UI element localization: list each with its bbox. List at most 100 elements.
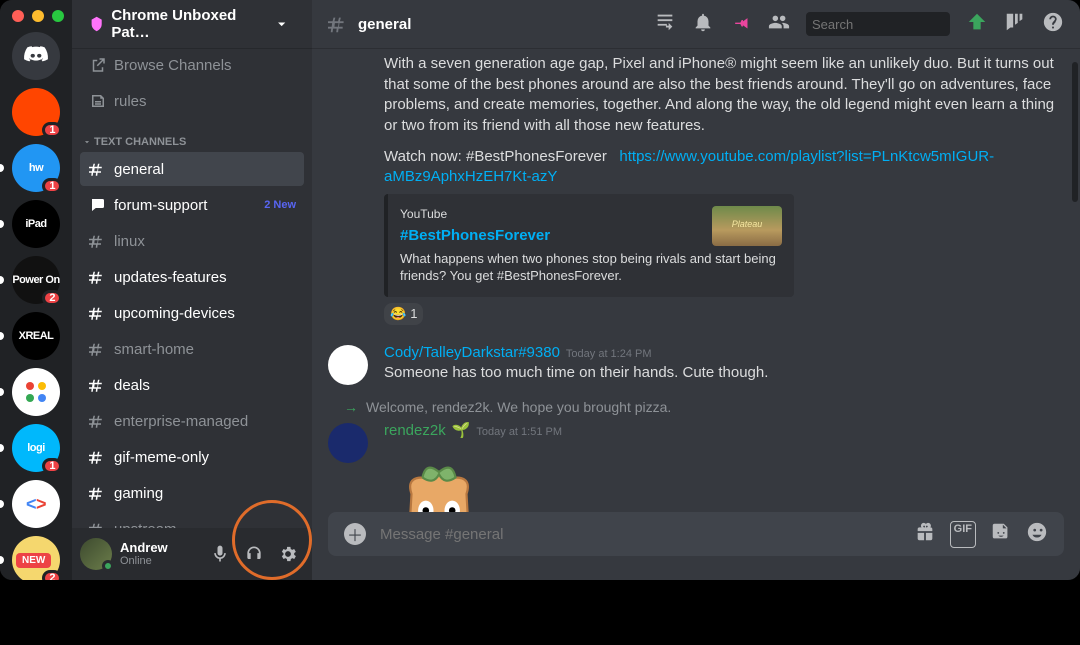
channel-smart-home[interactable]: smart-home xyxy=(80,332,304,366)
server-hw[interactable]: hw1 xyxy=(12,144,60,192)
reaction-emoji: 😂 xyxy=(390,305,406,323)
channel-deals[interactable]: deals xyxy=(80,368,304,402)
channel-name-label: general xyxy=(358,16,411,33)
chevron-down-icon xyxy=(273,15,290,33)
message-body: With a seven generation age gap, Pixel a… xyxy=(384,54,1064,137)
hash-icon xyxy=(88,232,108,250)
channel-general[interactable]: general xyxy=(80,152,304,186)
channel-name-label: smart-home xyxy=(114,341,194,358)
channel-upcoming-devices[interactable]: upcoming-devices xyxy=(80,296,304,330)
browse-channels[interactable]: Browse Channels xyxy=(80,48,304,82)
rules-label: rules xyxy=(114,93,147,110)
rules-channel[interactable]: rules xyxy=(80,84,304,118)
user-info[interactable]: Andrew Online xyxy=(120,541,168,567)
hash-icon xyxy=(88,520,108,528)
user-avatar[interactable] xyxy=(80,538,112,570)
embed-card[interactable]: YouTube #BestPhonesForever What happens … xyxy=(384,194,794,297)
channel-name-label: enterprise-managed xyxy=(114,413,248,430)
hash-icon xyxy=(88,268,108,286)
reaction-button[interactable]: 😂 1 xyxy=(384,303,423,325)
server-poweron[interactable]: Power On2 xyxy=(12,256,60,304)
new-badge: NEW xyxy=(16,553,51,568)
category-label: TEXT CHANNELS xyxy=(94,136,186,148)
channel-title: general xyxy=(328,13,411,35)
message-timestamp: Today at 1:51 PM xyxy=(476,425,562,440)
server-reddit[interactable]: 1 xyxy=(12,88,60,136)
search-box[interactable] xyxy=(806,12,950,36)
server-gdev[interactable]: <> xyxy=(12,480,60,528)
server-xreal[interactable]: XREAL xyxy=(12,312,60,360)
channel-name-label: gif-meme-only xyxy=(114,449,209,466)
channel-new-badge: 2 New xyxy=(264,199,296,211)
message-input[interactable] xyxy=(380,526,900,543)
boost-icon xyxy=(88,15,105,33)
notifications-button[interactable] xyxy=(692,11,714,38)
channel-enterprise-managed[interactable]: enterprise-managed xyxy=(80,404,304,438)
channel-gaming[interactable]: gaming xyxy=(80,476,304,510)
search-input[interactable] xyxy=(812,17,988,32)
channel-sidebar: Chrome Unboxed Pat… Browse Channels rule… xyxy=(72,0,312,580)
channel-linux[interactable]: linux xyxy=(80,224,304,258)
server-dropdown[interactable]: Chrome Unboxed Pat… xyxy=(72,0,312,48)
embed-description: What happens when two phones stop being … xyxy=(400,251,782,285)
hash-icon xyxy=(88,376,108,394)
attach-button[interactable]: ＋ xyxy=(344,523,366,545)
gif-button[interactable]: GIF xyxy=(950,521,976,548)
server-ipad[interactable]: iPad xyxy=(12,200,60,248)
message-timestamp: Today at 1:24 PM xyxy=(566,347,652,362)
hash-icon xyxy=(328,13,350,35)
pinned-button[interactable] xyxy=(730,11,752,38)
channel-name-label: general xyxy=(114,161,164,178)
channel-name-label: linux xyxy=(114,233,145,250)
message-text: Watch now: #BestPhonesForever xyxy=(384,148,607,165)
server-rail: 1 NEW hw1 iPad Power On2 XREAL logi1 <> 2 xyxy=(0,0,72,580)
message-composer: ＋ GIF xyxy=(328,512,1064,556)
system-message-text: Welcome, rendez2k. We hope you brought p… xyxy=(366,398,671,417)
author-avatar[interactable] xyxy=(328,423,368,463)
deafen-button[interactable] xyxy=(238,538,270,570)
channel-category[interactable]: TEXT CHANNELS xyxy=(80,120,304,152)
updates-button[interactable] xyxy=(1004,11,1026,38)
members-button[interactable] xyxy=(768,11,790,38)
mute-button[interactable] xyxy=(204,538,236,570)
user-panel: Andrew Online xyxy=(72,528,312,580)
close-icon[interactable] xyxy=(12,10,24,22)
server-badge: 1 xyxy=(42,122,62,138)
sticker-button[interactable] xyxy=(990,521,1012,548)
server-badge: 2 xyxy=(42,290,62,306)
hash-icon xyxy=(88,412,108,430)
author-name[interactable]: Cody/TalleyDarkstar#9380 xyxy=(384,343,560,364)
server-home[interactable] xyxy=(12,32,60,80)
channel-name-label: updates-features xyxy=(114,269,227,286)
server-logi[interactable]: logi1 xyxy=(12,424,60,472)
channel-gif-meme-only[interactable]: gif-meme-only xyxy=(80,440,304,474)
channel-forum-support[interactable]: forum-support2 New xyxy=(80,188,304,222)
browse-channels-label: Browse Channels xyxy=(114,57,232,74)
channel-name-label: upstream xyxy=(114,521,177,529)
maximize-icon[interactable] xyxy=(52,10,64,22)
hash-icon xyxy=(88,304,108,322)
threads-button[interactable] xyxy=(654,11,676,38)
window-controls xyxy=(12,10,64,22)
channel-list: Browse Channels rules TEXT CHANNELS gene… xyxy=(72,48,312,528)
author-name[interactable]: rendez2k xyxy=(384,421,446,442)
help-button[interactable] xyxy=(1042,11,1064,38)
emoji-button[interactable] xyxy=(1026,521,1048,548)
user-settings-button[interactable] xyxy=(272,538,304,570)
main-area: general With a seven generation age gap,… xyxy=(312,0,1080,580)
embed-thumbnail[interactable]: Plateau xyxy=(712,206,782,246)
channel-upstream[interactable]: upstream xyxy=(80,512,304,528)
sticker-image[interactable] xyxy=(384,450,494,512)
scrollbar[interactable] xyxy=(1072,50,1078,510)
channel-updates-features[interactable]: updates-features xyxy=(80,260,304,294)
inbox-button[interactable] xyxy=(966,11,988,38)
chevron-down-icon xyxy=(82,137,92,147)
channel-toolbar: general xyxy=(312,0,1080,48)
author-badge-icon: 🌱 xyxy=(452,421,471,442)
channel-name-label: upcoming-devices xyxy=(114,305,235,322)
server-dots[interactable] xyxy=(12,368,60,416)
gift-button[interactable] xyxy=(914,521,936,548)
minimize-icon[interactable] xyxy=(32,10,44,22)
system-welcome-message: → Welcome, rendez2k. We hope you brought… xyxy=(344,398,1064,417)
author-avatar[interactable] xyxy=(328,345,368,385)
